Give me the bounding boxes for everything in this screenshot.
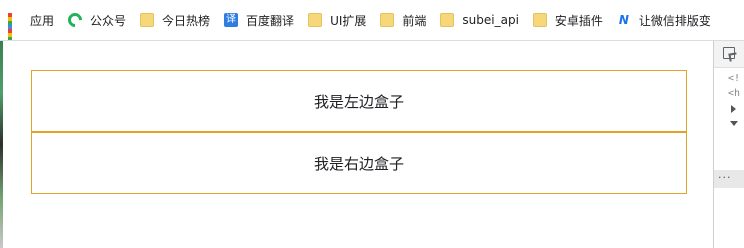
folder-icon	[308, 13, 323, 27]
dom-line-doctype[interactable]: <!	[714, 71, 744, 86]
dom-line-text: <!	[728, 73, 741, 84]
bookmark-label: 安卓插件	[554, 13, 603, 28]
dom-line-text: <h	[728, 88, 741, 99]
bookmark-label: 让微信排版变	[638, 13, 711, 28]
folder-icon	[380, 13, 395, 27]
bookmark-folder-android-plugins[interactable]: 安卓插件	[525, 6, 609, 34]
bookmark-label: 应用	[30, 13, 55, 28]
bookmark-folder-jinri-rebang[interactable]: 今日热榜	[132, 6, 216, 34]
bookmark-label: 前端	[402, 13, 427, 28]
wechat-editor-icon: N	[618, 13, 629, 27]
collapse-arrow-icon[interactable]	[730, 121, 738, 126]
dom-line-html[interactable]: <h	[714, 86, 744, 101]
folder-icon	[532, 13, 547, 27]
bookmark-label: 百度翻译	[246, 13, 295, 28]
bookmark-label: subei_api	[462, 13, 519, 27]
split-handle-dots: ···	[718, 171, 732, 184]
bookmark-folder-ui-extension[interactable]: UI扩展	[300, 6, 372, 34]
bookmark-gongzhonghao[interactable]: 公众号	[60, 6, 132, 34]
devtools-split-handle[interactable]: ···	[714, 170, 744, 188]
bookmark-apps[interactable]: 应用	[0, 6, 60, 40]
left-box: 我是左边盒子	[31, 70, 687, 132]
bookmark-label: 公众号	[90, 13, 127, 28]
devtools-toolbar	[714, 41, 744, 68]
window-edge-strip	[0, 41, 3, 248]
bookmark-label: UI扩展	[330, 13, 367, 28]
inspect-element-icon[interactable]	[723, 47, 735, 59]
bookmarks-bar: 应用 公众号 今日热榜 译 百度翻译 UI扩展 前端 subei_api 安卓插…	[0, 0, 744, 41]
apps-grid-icon	[8, 13, 22, 40]
bookmark-folder-frontend[interactable]: 前端	[372, 6, 432, 34]
bookmark-baidu-fanyi[interactable]: 译 百度翻译	[216, 6, 300, 34]
bookmark-folder-subei-api[interactable]: subei_api	[432, 6, 525, 34]
right-box-label: 我是右边盒子	[313, 154, 404, 173]
folder-icon	[440, 13, 455, 27]
expand-arrow-icon[interactable]	[731, 105, 736, 113]
bookmark-wechat-layout[interactable]: N 让微信排版变	[609, 6, 717, 34]
bookmark-label: 今日热榜	[162, 13, 211, 28]
folder-icon	[140, 13, 155, 27]
translate-icon: 译	[224, 13, 239, 27]
devtools-panel: <! <h ···	[713, 41, 744, 248]
left-box-label: 我是左边盒子	[313, 92, 404, 111]
dom-line-head[interactable]	[714, 101, 744, 116]
wechat-icon	[65, 10, 85, 30]
dom-line-body[interactable]	[714, 116, 744, 131]
right-box: 我是右边盒子	[31, 132, 687, 194]
